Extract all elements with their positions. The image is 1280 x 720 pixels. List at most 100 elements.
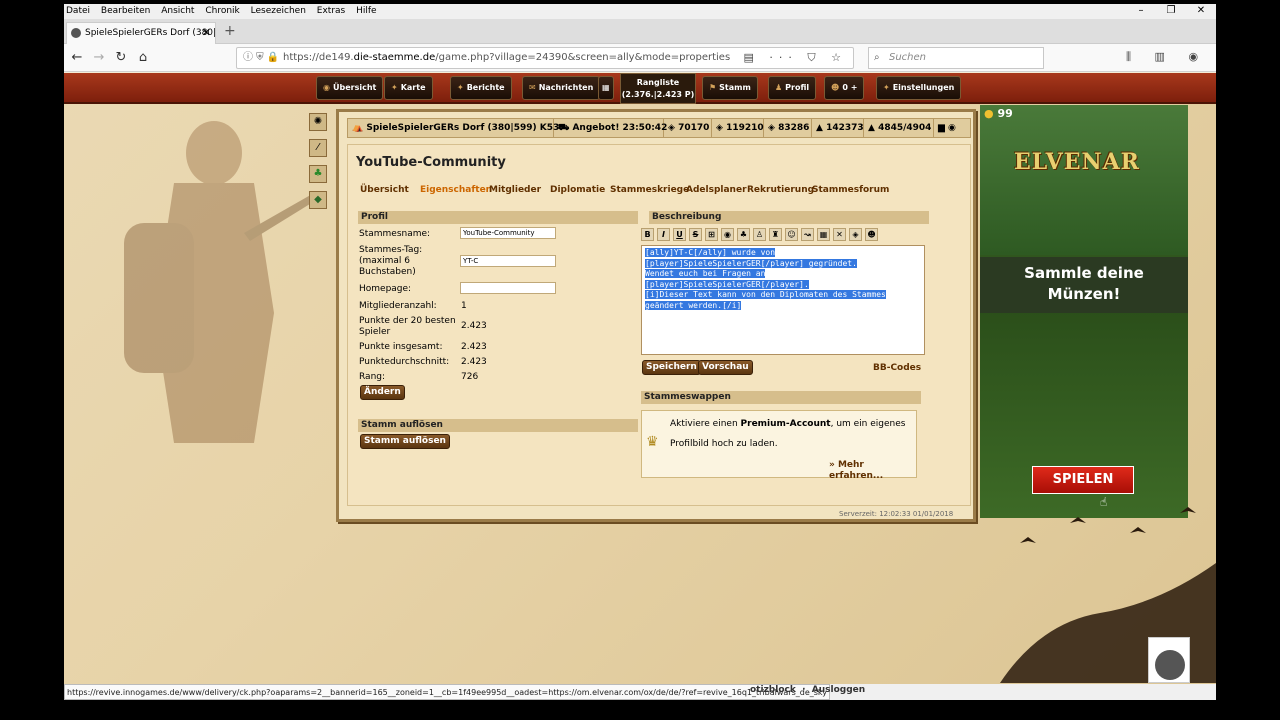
underline-icon[interactable]: U <box>673 228 686 241</box>
strike-icon[interactable]: S <box>689 228 702 241</box>
description-textarea[interactable]: [ally]YT-C[/ally] wurde von [player]Spie… <box>641 245 925 355</box>
village-info-bar: ⛺ SpieleSpielerGERs Dorf (380|599) K53 ⛟… <box>347 118 971 138</box>
map-icon: ✦ <box>391 83 398 92</box>
dissolve-button[interactable]: Stamm auflösen <box>360 434 450 449</box>
restore-icon[interactable]: ❐ <box>1156 4 1186 19</box>
tab-stammesforum[interactable]: Stammesforum <box>812 185 889 195</box>
game-top-nav: ◉ Übersicht ✦ Karte ✦ Berichte ✉ Nachrichten… <box>64 73 1216 104</box>
nav-karte[interactable]: ✦ Karte <box>384 76 433 100</box>
link-icon[interactable]: ↝ <box>801 228 814 241</box>
tab-bar: SpieleSpielerGERs Dorf (380|599 ✕ + <box>64 19 1216 44</box>
offer-timer[interactable]: ⛟ Angebot! 23:50:42 <box>554 119 667 137</box>
premium-box: Aktiviere einen Premium-Account, um ein … <box>641 410 917 481</box>
menu-hilfe[interactable]: Hilfe <box>356 6 376 16</box>
browser-tab[interactable]: SpieleSpielerGERs Dorf (380|599 ✕ <box>66 22 216 44</box>
quote-icon[interactable]: ⊞ <box>705 228 718 241</box>
farm-icon: ▲ <box>868 123 875 133</box>
tribe-name-input[interactable]: YouTube-Community <box>460 227 556 239</box>
reload-icon[interactable]: ↻ <box>112 49 130 67</box>
tribe-link-icon[interactable]: ♣ <box>737 228 750 241</box>
notepad-link[interactable]: otizblock <box>750 685 796 695</box>
site-info-icon[interactable]: ⓘ ⛨ 🔒 <box>243 48 279 68</box>
village-name[interactable]: ⛺ SpieleSpielerGERs Dorf (380|599) K53 <box>348 119 559 137</box>
premium-account-link[interactable]: Premium-Account <box>741 419 831 429</box>
coin-icon[interactable]: ◉ <box>721 228 734 241</box>
tab-diplomatie[interactable]: Diplomatie <box>550 185 605 195</box>
more-info-link[interactable]: » Mehr erfahren... <box>829 460 916 482</box>
nav-label: Übersicht <box>332 83 377 92</box>
report-icon: ✦ <box>457 83 464 92</box>
search-input[interactable]: ⌕ Suchen <box>868 47 1044 69</box>
status-url: https://revive.innogames.de/www/delivery… <box>64 684 831 700</box>
village-link-icon[interactable]: ♜ <box>769 228 782 241</box>
menu-chronik[interactable]: Chronik <box>205 6 239 16</box>
user-avatar[interactable] <box>1148 637 1190 683</box>
nav-label: Einstellungen <box>892 83 955 92</box>
quest-icon[interactable]: ✺ <box>309 113 327 131</box>
change-button[interactable]: Ändern <box>360 385 405 400</box>
italic-icon[interactable]: I <box>657 228 670 241</box>
notebook-icon[interactable]: ▦ <box>598 76 614 100</box>
back-icon[interactable]: ← <box>68 49 86 67</box>
menu-ansicht[interactable]: Ansicht <box>161 6 194 16</box>
units-icon[interactable]: ✕ <box>833 228 846 241</box>
wood-icon: ◈ <box>668 123 675 133</box>
tab-close-icon[interactable]: ✕ <box>202 23 211 43</box>
url-bar[interactable]: ⓘ ⛨ 🔒 https://de149.die-staemme.de/game.… <box>236 47 854 69</box>
nav-friends[interactable]: ☻ 0 + <box>824 76 865 100</box>
scroll-icon[interactable]: ⁄ <box>309 139 327 157</box>
save-button[interactable]: Speichern <box>642 360 701 375</box>
nav-einstellungen[interactable]: ✦ Einstellungen <box>876 76 962 100</box>
nav-profil[interactable]: ♟ Profil <box>768 76 817 100</box>
tab-eigenschaften[interactable]: Eigenschaften <box>420 185 492 195</box>
profil-heading: Profil <box>358 211 638 224</box>
menu-extras[interactable]: Extras <box>317 6 345 16</box>
new-tab-icon[interactable]: + <box>224 23 236 39</box>
tab-adelsplaner[interactable]: Adelsplaner <box>686 185 747 195</box>
emoji-icon[interactable]: ☻ <box>865 228 878 241</box>
clover-icon[interactable]: ♣ <box>309 165 327 183</box>
members-label: Mitgliederanzahl: <box>359 301 437 311</box>
ad-tagline-2: Münzen! <box>1047 285 1121 303</box>
close-icon[interactable]: ✕ <box>1186 4 1216 19</box>
chart-icon[interactable]: ◆ <box>309 191 327 209</box>
nav-stamm[interactable]: ⚑ Stamm <box>702 76 758 100</box>
homepage-label: Homepage: <box>359 284 412 294</box>
menu-datei[interactable]: Datei <box>66 6 90 16</box>
home-icon[interactable]: ⌂ <box>134 49 152 67</box>
nav-nachrichten[interactable]: ✉ Nachrichten <box>522 76 601 100</box>
page-actions-icon[interactable]: ▤ ··· ⛉ ☆ <box>744 48 847 68</box>
preview-button[interactable]: Vorschau <box>698 360 753 375</box>
mouse-cursor-icon: ☝ <box>1100 495 1108 509</box>
bold-icon[interactable]: B <box>641 228 654 241</box>
forward-icon[interactable]: → <box>90 49 108 67</box>
table-icon[interactable]: ▦ <box>817 228 830 241</box>
logout-link[interactable]: Ausloggen <box>812 685 865 695</box>
extra-icons[interactable]: ▆ ◉ <box>934 119 972 137</box>
tab-uebersicht[interactable]: Übersicht <box>360 185 409 195</box>
play-button[interactable]: SPIELEN <box>1032 466 1134 494</box>
claim-icon[interactable]: ◈ <box>849 228 862 241</box>
elvenar-ad[interactable]: ● 99 ELVENAR Sammle deine Münzen! SPIELE… <box>980 105 1188 518</box>
browser-window: Datei Bearbeiten Ansicht Chronik Lesezei… <box>64 4 1216 700</box>
toolbar-icons[interactable]: ⫼ ▥ ◉ ≡ <box>1126 50 1216 64</box>
menu-bearbeiten[interactable]: Bearbeiten <box>101 6 150 16</box>
menu-lesezeichen[interactable]: Lesezeichen <box>251 6 306 16</box>
nav-berichte[interactable]: ✦ Berichte <box>450 76 512 100</box>
tab-stammeskriege[interactable]: Stammeskriege <box>610 185 689 195</box>
homepage-input[interactable] <box>460 282 556 294</box>
tab-mitglieder[interactable]: Mitglieder <box>489 185 541 195</box>
nav-uebersicht[interactable]: ◉ Übersicht <box>316 76 384 100</box>
nav-rangliste[interactable]: Rangliste (2.376.|2.423 P) <box>620 73 696 104</box>
player-link-icon[interactable]: ♙ <box>753 228 766 241</box>
minimize-icon[interactable]: – <box>1126 4 1156 19</box>
smiley-face-icon[interactable]: ☺ <box>785 228 798 241</box>
tribe-tag-input[interactable]: YT-C <box>460 255 556 267</box>
tab-rekrutierung[interactable]: Rekrutierung <box>747 185 814 195</box>
warrior-illustration <box>124 121 318 443</box>
bbcodes-link[interactable]: BB-Codes <box>873 363 921 374</box>
search-icon: ⌕ <box>874 52 880 63</box>
best20-value: 2.423 <box>461 321 487 331</box>
tag-label-3: Buchstaben) <box>359 267 416 277</box>
storage-count: ▲ 142373 <box>812 119 864 137</box>
